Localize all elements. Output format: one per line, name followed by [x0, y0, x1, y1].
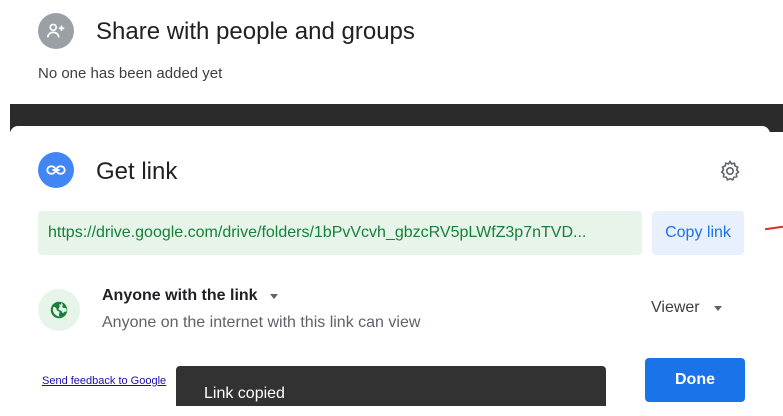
- gear-icon[interactable]: [716, 157, 744, 185]
- send-feedback-link[interactable]: Send feedback to Google: [42, 374, 166, 388]
- role-dropdown[interactable]: Viewer: [651, 297, 722, 319]
- snackbar-message: Link copied: [204, 385, 285, 402]
- link-url-field[interactable]: https://drive.google.com/drive/folders/1…: [38, 211, 642, 255]
- link-access-label: Anyone with the link: [102, 287, 258, 304]
- share-empty-message: No one has been added yet: [38, 65, 223, 82]
- link-icon: [38, 152, 74, 188]
- done-button[interactable]: Done: [645, 358, 745, 402]
- chevron-down-icon: [713, 305, 722, 311]
- get-link-title: Get link: [96, 158, 178, 185]
- link-access-description: Anyone on the internet with this link ca…: [102, 314, 421, 331]
- add-person-icon: [38, 13, 74, 49]
- share-title: Share with people and groups: [96, 18, 415, 45]
- link-access-dropdown[interactable]: Anyone with the link: [102, 285, 278, 307]
- role-label: Viewer: [651, 299, 700, 316]
- share-people-panel: Share with people and groups No one has …: [0, 0, 783, 104]
- snackbar: Link copied: [176, 366, 606, 406]
- chevron-down-icon: [269, 293, 278, 299]
- copy-link-button[interactable]: Copy link: [652, 211, 744, 255]
- globe-icon: [38, 289, 80, 331]
